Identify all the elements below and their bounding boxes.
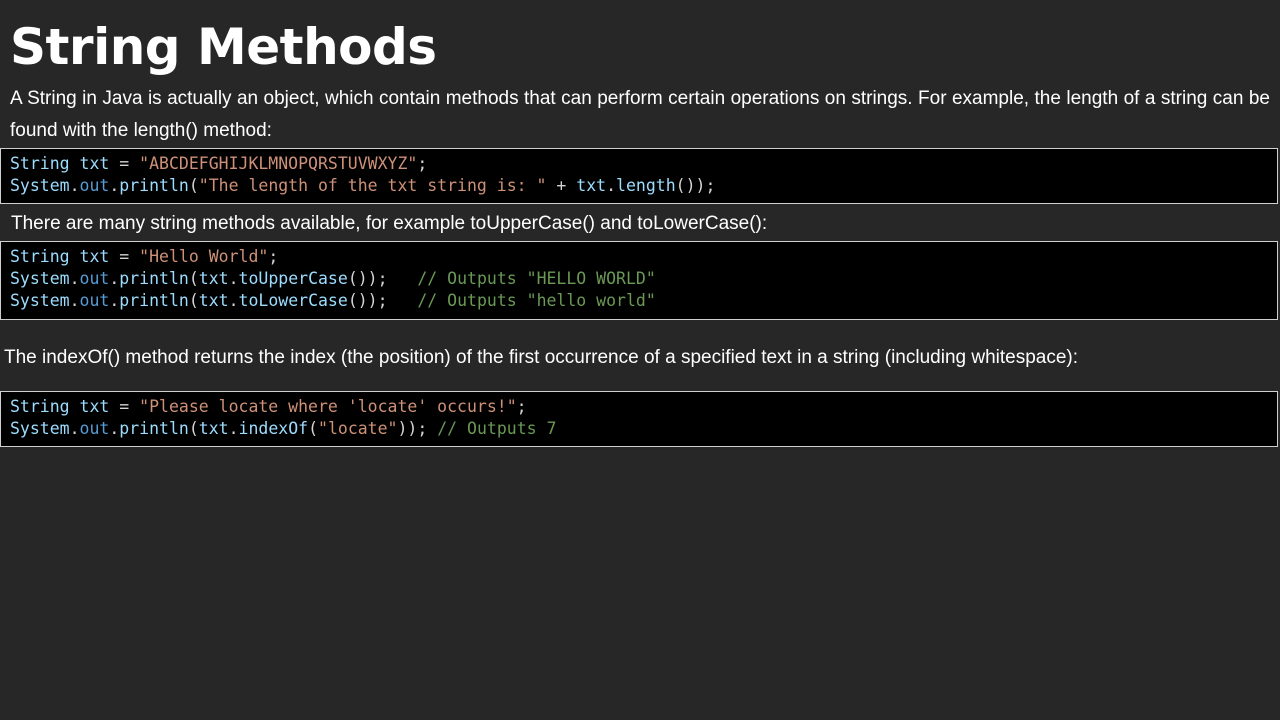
code-line: System.out.println(txt.toLowerCase()); /… xyxy=(10,290,1268,312)
code-token: "locate" xyxy=(318,419,398,438)
code-line: String txt = "Please locate where 'locat… xyxy=(10,396,1268,418)
code-token: ; xyxy=(268,247,279,266)
code-token: "Hello World" xyxy=(139,247,269,266)
code-token: ( xyxy=(308,419,319,438)
code-token: . xyxy=(228,419,239,438)
code-token: = xyxy=(109,154,140,173)
code-token: println xyxy=(119,176,189,195)
code-token: ( xyxy=(188,269,199,288)
code-token: txt xyxy=(79,247,110,266)
code-token: . xyxy=(228,291,239,310)
code-token: = xyxy=(109,247,140,266)
code-token: String xyxy=(10,397,70,416)
code-token: . xyxy=(69,176,80,195)
code-block-case-example[interactable]: String txt = "Hello World"; System.out.pr… xyxy=(0,241,1278,320)
code-token: . xyxy=(228,269,239,288)
code-token: System xyxy=(10,269,70,288)
code-token: System xyxy=(10,176,70,195)
code-token: . xyxy=(606,176,617,195)
page-title: String Methods xyxy=(10,18,437,76)
code-token: ( xyxy=(188,419,199,438)
code-token: "ABCDEFGHIJKLMNOPQRSTUVWXYZ" xyxy=(139,154,418,173)
code-line: System.out.println(txt.toUpperCase()); /… xyxy=(10,268,1268,290)
code-token: // Outputs "HELLO WORLD" xyxy=(417,269,656,288)
code-token: )); xyxy=(397,419,438,438)
code-token: ()); xyxy=(675,176,716,195)
code-token: . xyxy=(69,419,80,438)
code-token: indexOf xyxy=(238,419,309,438)
code-token: . xyxy=(109,176,120,195)
code-token: println xyxy=(119,269,189,288)
code-block-length-example[interactable]: String txt = "ABCDEFGHIJKLMNOPQRSTUVWXYZ… xyxy=(0,148,1278,204)
code-token: String xyxy=(10,154,70,173)
code-token: ( xyxy=(188,176,199,195)
code-token: . xyxy=(69,291,80,310)
code-token: toUpperCase xyxy=(238,269,348,288)
code-token: out xyxy=(79,269,110,288)
code-line: System.out.println("The length of the tx… xyxy=(10,175,1268,197)
code-line: String txt = "ABCDEFGHIJKLMNOPQRSTUVWXYZ… xyxy=(10,153,1268,175)
code-token: out xyxy=(79,291,110,310)
code-token: out xyxy=(79,419,110,438)
code-token: ( xyxy=(188,291,199,310)
code-token: ()); xyxy=(347,291,418,310)
code-token: . xyxy=(109,419,120,438)
code-token: "Please locate where 'locate' occurs!" xyxy=(139,397,517,416)
code-token: txt xyxy=(198,269,229,288)
code-token: "The length of the txt string is: " xyxy=(198,176,547,195)
code-token: length xyxy=(616,176,676,195)
code-token: txt xyxy=(79,397,110,416)
code-token: ; xyxy=(516,397,527,416)
intro-paragraph: A String in Java is actually an object, … xyxy=(10,88,1270,141)
code-token: String xyxy=(10,247,70,266)
code-token: . xyxy=(109,269,120,288)
code-token: txt xyxy=(198,419,229,438)
code-token: txt xyxy=(576,176,607,195)
code-token: // Outputs "hello world" xyxy=(417,291,656,310)
code-token: + xyxy=(546,176,577,195)
code-token: . xyxy=(109,291,120,310)
code-token: toLowerCase xyxy=(238,291,348,310)
code-line: System.out.println(txt.indexOf("locate")… xyxy=(10,418,1268,440)
code-token: txt xyxy=(198,291,229,310)
code-token: = xyxy=(109,397,140,416)
code-token: ()); xyxy=(347,269,418,288)
code-token: println xyxy=(119,419,189,438)
code-token: txt xyxy=(79,154,110,173)
code-token: . xyxy=(69,269,80,288)
code-block-indexof-example[interactable]: String txt = "Please locate where 'locat… xyxy=(0,391,1278,447)
code-token: println xyxy=(119,291,189,310)
indexof-paragraph: The indexOf() method returns the index (… xyxy=(4,347,1079,368)
string-methods-paragraph: There are many string methods available,… xyxy=(11,213,768,234)
code-token: // Outputs 7 xyxy=(437,419,557,438)
code-token: out xyxy=(79,176,110,195)
code-token: System xyxy=(10,419,70,438)
code-line: String txt = "Hello World"; xyxy=(10,246,1268,268)
code-token: System xyxy=(10,291,70,310)
code-token: ; xyxy=(417,154,428,173)
